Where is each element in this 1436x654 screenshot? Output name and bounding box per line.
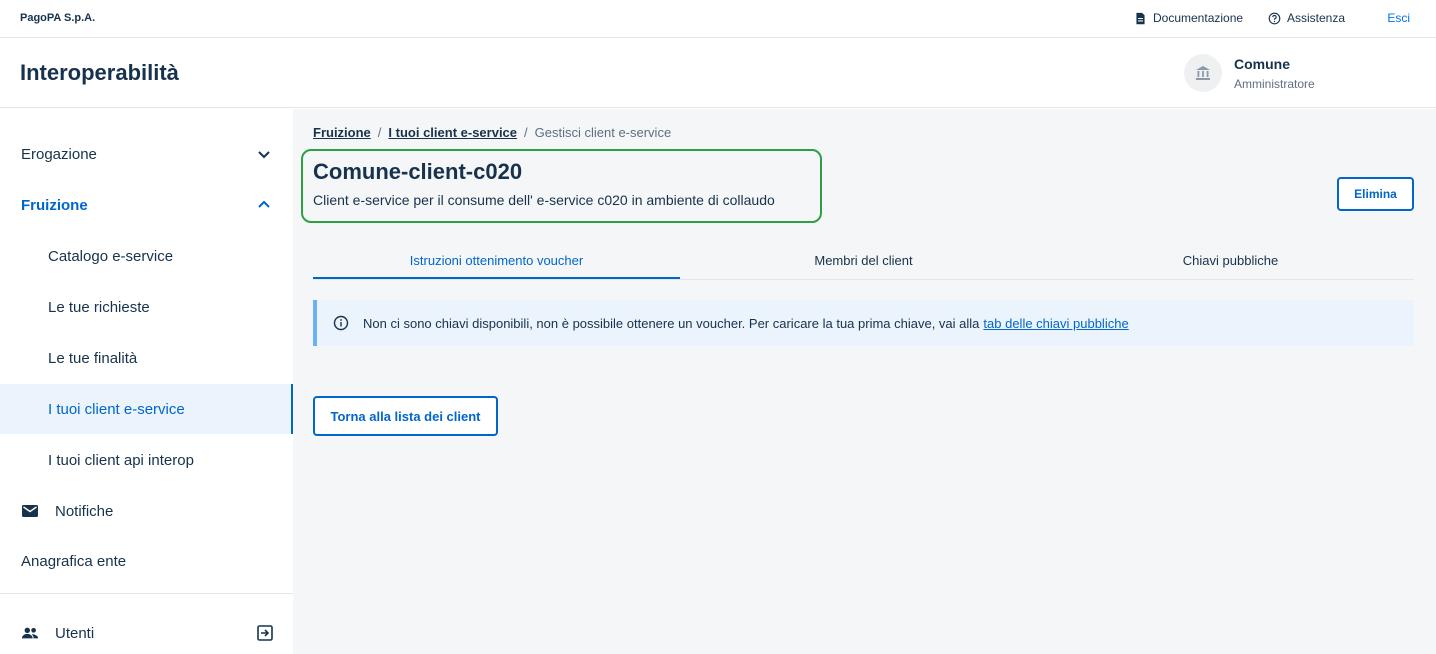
sidebar-item-label: I tuoi client api interop: [48, 451, 194, 469]
document-icon: [1136, 12, 1145, 24]
sidebar-item-label: Catalogo e-service: [48, 247, 174, 265]
sidebar-item-label: Le tue richieste: [48, 298, 150, 316]
chevron-up-icon: [258, 200, 270, 208]
top-bar: PagoPA S.p.A. Documentazione Assistenza …: [0, 0, 1436, 38]
mail-icon: [22, 505, 38, 517]
sidebar-item-catalogo[interactable]: Catalogo e-service: [0, 231, 293, 281]
sidebar: Erogazione Fruizione Catalogo e-service …: [0, 109, 293, 654]
tab-bar: Istruzioni ottenimento voucher Membri de…: [313, 245, 1414, 280]
party-role: Amministratore: [1234, 77, 1315, 91]
logout-link[interactable]: Esci: [1387, 11, 1410, 25]
exit-icon[interactable]: [255, 623, 275, 643]
alert-text: Non ci sono chiavi disponibili, non è po…: [363, 315, 980, 331]
sidebar-item-fruizione[interactable]: Fruizione: [0, 180, 293, 230]
sidebar-item-label: I tuoi client e-service: [48, 400, 185, 418]
sidebar-item-label: Anagrafica ente: [21, 552, 127, 570]
sidebar-item-erogazione[interactable]: Erogazione: [0, 129, 293, 179]
sidebar-item-anagrafica[interactable]: Anagrafica ente: [0, 536, 293, 586]
assistance-label: Assistenza: [1287, 11, 1346, 25]
tab-membri-client[interactable]: Membri del client: [680, 245, 1047, 279]
sidebar-item-label: Erogazione: [21, 145, 97, 163]
info-icon: [333, 315, 349, 331]
assistance-link[interactable]: Assistenza: [1268, 11, 1345, 25]
documentation-link[interactable]: Documentazione: [1134, 11, 1243, 25]
info-alert: Non ci sono chiavi disponibili, non è po…: [313, 300, 1414, 346]
sidebar-item-label: Fruizione: [21, 196, 88, 214]
breadcrumb-separator: /: [377, 125, 382, 140]
sidebar-item-richieste[interactable]: Le tue richieste: [0, 282, 293, 332]
party-name: Comune: [1234, 56, 1290, 72]
help-icon: [1268, 12, 1281, 24]
back-to-client-list-button[interactable]: Torna alla lista dei client: [313, 396, 498, 436]
app-title: Interoperabilità: [20, 60, 179, 85]
public-keys-link[interactable]: tab delle chiavi pubbliche: [983, 316, 1128, 331]
breadcrumb-client-eservice[interactable]: I tuoi client e-service: [388, 125, 517, 140]
institution-icon: [1196, 66, 1210, 80]
sidebar-item-client-api[interactable]: I tuoi client api interop: [0, 435, 293, 485]
breadcrumb-separator: /: [524, 125, 528, 140]
tab-istruzioni-voucher[interactable]: Istruzioni ottenimento voucher: [313, 245, 680, 279]
page-subtitle: Client e-service per il consume dell' e-…: [313, 192, 775, 208]
tab-chiavi-pubbliche[interactable]: Chiavi pubbliche: [1047, 245, 1414, 279]
sidebar-item-notifiche[interactable]: Notifiche: [0, 486, 293, 536]
breadcrumb: Fruizione / I tuoi client e-service / Ge…: [313, 125, 671, 140]
party-avatar[interactable]: [1184, 54, 1222, 92]
sidebar-item-client-eservice[interactable]: I tuoi client e-service: [0, 384, 293, 434]
sidebar-item-finalita[interactable]: Le tue finalità: [0, 333, 293, 383]
chevron-down-icon: [258, 151, 270, 159]
brand-label[interactable]: PagoPA S.p.A.: [20, 12, 95, 24]
sidebar-item-label: Notifiche: [55, 502, 114, 520]
page-title: Comune-client-c020: [313, 159, 523, 184]
users-icon: [21, 627, 39, 639]
delete-button[interactable]: Elimina: [1337, 177, 1414, 211]
sidebar-item-label: Le tue finalità: [48, 349, 138, 367]
documentation-label: Documentazione: [1153, 11, 1244, 25]
breadcrumb-current: Gestisci client e-service: [534, 125, 672, 140]
breadcrumb-fruizione[interactable]: Fruizione: [313, 125, 371, 140]
main-content: Fruizione / I tuoi client e-service / Ge…: [293, 109, 1436, 654]
sidebar-item-utenti[interactable]: Utenti: [0, 608, 293, 654]
sidebar-item-label: Utenti: [55, 624, 95, 642]
sidebar-divider: [0, 593, 293, 594]
app-header: Interoperabilità Comune Amministratore: [0, 38, 1436, 108]
